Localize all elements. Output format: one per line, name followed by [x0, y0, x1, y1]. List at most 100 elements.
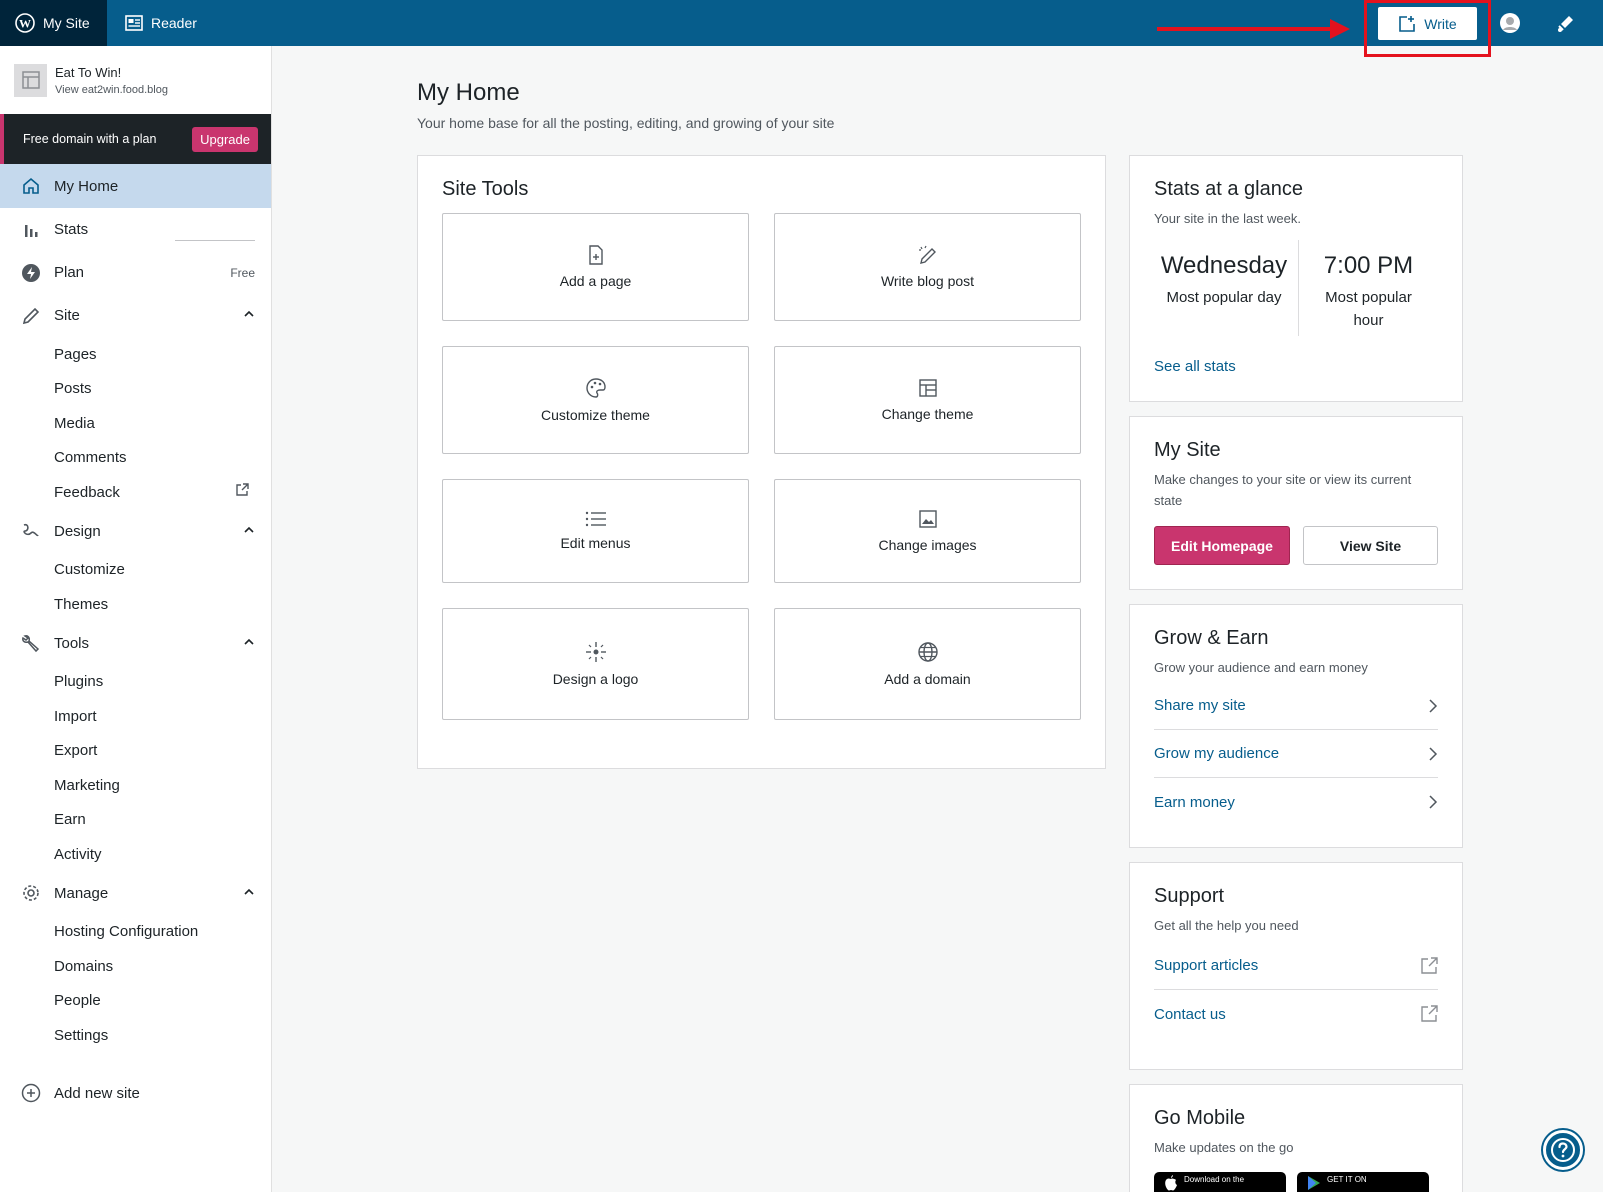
sidebar-item-manage[interactable]: Manage — [0, 872, 271, 915]
sidebar-item-hosting-configuration[interactable]: Hosting Configuration — [0, 915, 271, 950]
sidebar-item-marketing[interactable]: Marketing — [0, 768, 271, 803]
sidebar-item-add-new-site[interactable]: Add new site — [0, 1072, 271, 1115]
sidebar-item-pages[interactable]: Pages — [0, 337, 271, 372]
add-domain-tool[interactable]: Add a domain — [774, 608, 1081, 720]
sidebar-item-export[interactable]: Export — [0, 734, 271, 769]
wordpress-logo-icon: W — [15, 13, 35, 33]
notifications-button[interactable] — [1555, 12, 1577, 39]
my-site-card: My Site Make changes to your site or vie… — [1129, 416, 1463, 590]
sidebar-item-posts[interactable]: Posts — [0, 372, 271, 407]
globe-icon — [917, 642, 938, 662]
chevron-up-icon[interactable] — [243, 524, 255, 539]
plan-badge: Free — [230, 265, 255, 280]
change-theme-tool[interactable]: Change theme — [774, 346, 1081, 454]
page-title: My Home — [417, 79, 520, 106]
see-all-stats-link[interactable]: See all stats — [1154, 358, 1438, 375]
avatar[interactable] — [1499, 12, 1521, 39]
sidebar-item-comments[interactable]: Comments — [0, 441, 271, 476]
sidebar-item-customize[interactable]: Customize — [0, 553, 271, 588]
chevron-right-icon — [1429, 795, 1438, 809]
sidebar-item-settings[interactable]: Settings — [0, 1018, 271, 1053]
popular-hour-value: 7:00 PM — [1323, 252, 1414, 279]
plan-icon — [20, 262, 42, 284]
add-page-icon — [588, 245, 603, 265]
my-site-label: My Site — [43, 15, 90, 31]
svg-text:W: W — [19, 17, 31, 31]
main-header: My Home Your home base for all the posti… — [417, 46, 1457, 131]
page-subtitle: Your home base for all the posting, edit… — [417, 115, 835, 131]
sidebar-item-people[interactable]: People — [0, 984, 271, 1019]
tool-label: Edit menus — [560, 535, 631, 551]
sidebar-item-site[interactable]: Site — [0, 294, 271, 337]
my-site-subtitle: Make changes to your site or view its cu… — [1154, 472, 1412, 508]
tool-grid: Add a page Write blog post Customize the… — [442, 213, 1081, 720]
upgrade-button[interactable]: Upgrade — [192, 126, 258, 152]
go-mobile-subtitle: Make updates on the go — [1154, 1140, 1294, 1155]
write-blog-post-tool[interactable]: Write blog post — [774, 213, 1081, 321]
sidebar-item-import[interactable]: Import — [0, 699, 271, 734]
sidebar-item-activity[interactable]: Activity — [0, 837, 271, 872]
site-card[interactable]: Eat To Win! View eat2win.food.blog — [0, 46, 271, 114]
grow-earn-subtitle: Grow your audience and earn money — [1154, 660, 1368, 675]
sidebar-item-media[interactable]: Media — [0, 406, 271, 441]
help-button[interactable] — [1543, 1130, 1583, 1170]
chevron-up-icon[interactable] — [243, 886, 255, 901]
design-logo-tool[interactable]: Design a logo — [442, 608, 749, 720]
external-link-icon — [235, 483, 249, 501]
sidebar-item-my-home[interactable]: My Home — [0, 164, 271, 208]
chevron-right-icon — [1429, 698, 1438, 713]
external-link-icon — [1421, 956, 1438, 974]
sidebar-item-themes[interactable]: Themes — [0, 587, 271, 622]
sidebar-item-label: Stats — [54, 221, 89, 238]
sidebar-item-label: Add new site — [54, 1084, 140, 1102]
stats-card: Stats at a glance Your site in the last … — [1129, 155, 1463, 402]
popular-hour-stat: 7:00 PM Most popular hour — [1297, 240, 1438, 336]
menu-list-icon — [585, 511, 606, 527]
edit-menus-tool[interactable]: Edit menus — [442, 479, 749, 583]
support-title: Support — [1154, 885, 1225, 907]
link-label: Share my site — [1154, 697, 1246, 714]
sidebar-item-tools[interactable]: Tools — [0, 622, 271, 665]
chevron-up-icon[interactable] — [243, 636, 255, 651]
google-play-badge[interactable]: GET IT ON — [1297, 1172, 1429, 1192]
app-store-badge[interactable]: Download on the — [1154, 1172, 1286, 1192]
sidebar-item-plugins[interactable]: Plugins — [0, 665, 271, 700]
sidebar-item-design[interactable]: Design — [0, 510, 271, 553]
annotation-arrow-line — [1157, 27, 1333, 31]
support-articles-link[interactable]: Support articles — [1154, 942, 1438, 990]
link-label: Earn money — [1154, 793, 1235, 811]
link-label: Contact us — [1154, 1005, 1226, 1023]
chevron-up-icon[interactable] — [243, 308, 255, 323]
go-mobile-title: Go Mobile — [1154, 1107, 1246, 1129]
sidebar-item-label: My Home — [54, 177, 119, 195]
my-site-button[interactable]: W My Site — [0, 0, 107, 46]
contact-us-link[interactable]: Contact us — [1154, 990, 1438, 1038]
site-url[interactable]: View eat2win.food.blog — [55, 84, 168, 96]
sidebar-item-stats[interactable]: Stats — [0, 208, 271, 251]
sidebar-item-feedback[interactable]: Feedback — [0, 475, 271, 510]
domain-promo-banner[interactable]: Free domain with a plan Upgrade — [0, 114, 271, 164]
popular-day-label: Most popular day — [1166, 289, 1282, 306]
promo-text: Free domain with a plan — [23, 132, 157, 146]
customize-theme-tool[interactable]: Customize theme — [442, 346, 749, 454]
share-site-link[interactable]: Share my site — [1154, 682, 1438, 730]
add-page-tool[interactable]: Add a page — [442, 213, 749, 321]
grow-earn-title: Grow & Earn — [1154, 627, 1269, 649]
site-thumbnail-icon — [14, 63, 47, 97]
grow-audience-link[interactable]: Grow my audience — [1154, 730, 1438, 778]
popular-hour-label-line1: Most popular — [1325, 289, 1412, 306]
external-link-icon — [1421, 1005, 1438, 1022]
tool-label: Change theme — [881, 406, 974, 422]
stats-subtitle: Your site in the last week. — [1154, 211, 1301, 226]
reader-label: Reader — [151, 15, 197, 31]
change-images-tool[interactable]: Change images — [774, 479, 1081, 583]
sidebar-item-domains[interactable]: Domains — [0, 949, 271, 984]
sidebar-item-plan[interactable]: Plan Free — [0, 251, 271, 294]
palette-icon — [585, 378, 606, 398]
edit-homepage-button[interactable]: Edit Homepage — [1154, 526, 1290, 565]
earn-money-link[interactable]: Earn money — [1154, 778, 1438, 826]
layout-icon — [918, 379, 937, 397]
sidebar-item-earn[interactable]: Earn — [0, 803, 271, 838]
view-site-button[interactable]: View Site — [1303, 526, 1438, 565]
reader-button[interactable]: Reader — [107, 0, 212, 46]
